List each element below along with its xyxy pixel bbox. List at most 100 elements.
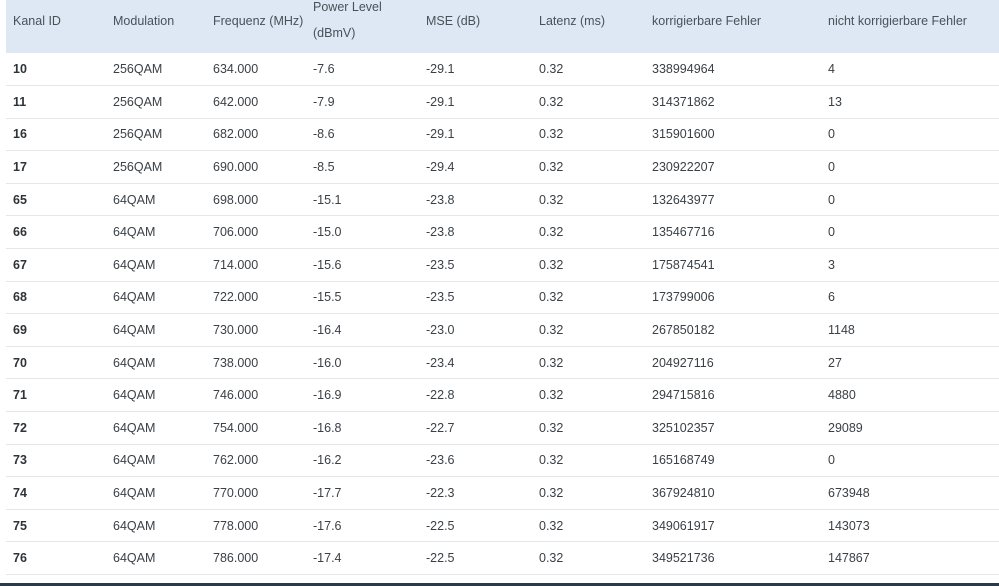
cell-korrigierbare-fehler: 315901600 (652, 127, 715, 142)
cell-modulation: 256QAM (113, 127, 163, 142)
cell-mse: -23.8 (426, 225, 455, 240)
cell-kanal-id: 73 (13, 453, 27, 468)
cell-korrigierbare-fehler: 325102357 (652, 420, 715, 435)
header-latenz: Latenz (ms) (539, 14, 605, 28)
cell-frequenz: 754.000 (213, 420, 259, 435)
cell-nicht-korrigierbare-fehler: 673948 (828, 486, 870, 501)
cell-modulation: 64QAM (113, 225, 156, 240)
cell-latenz: 0.32 (539, 257, 564, 272)
cell-korrigierbare-fehler: 314371862 (652, 94, 715, 109)
cell-nicht-korrigierbare-fehler: 147867 (828, 551, 870, 566)
cell-latenz: 0.32 (539, 453, 564, 468)
table-row: 76 64QAM 786.000 -17.4 -22.5 0.32 349521736 147… (6, 541, 999, 575)
cell-power-level: -17.7 (313, 486, 342, 501)
cell-nicht-korrigierbare-fehler: 27 (828, 355, 842, 370)
header-mse: MSE (dB) (426, 14, 481, 28)
header-nicht-korrigierbare-fehler: nicht korrigierbare Fehler (828, 14, 967, 28)
cell-korrigierbare-fehler: 173799006 (652, 290, 715, 305)
table-body: 10 256QAM 634.000 -7.6 -29.1 0.32 338994964 4 11… (6, 53, 999, 575)
cell-power-level: -15.6 (313, 257, 342, 272)
table-row: 69 64QAM 730.000 -16.4 -23.0 0.32 267850182 114… (6, 313, 999, 347)
cell-power-level: -16.8 (313, 420, 342, 435)
cell-frequenz: 770.000 (213, 486, 259, 501)
cell-frequenz: 778.000 (213, 518, 259, 533)
cell-mse: -22.7 (426, 420, 455, 435)
cell-latenz: 0.32 (539, 551, 564, 566)
table-row: 70 64QAM 738.000 -16.0 -23.4 0.32 204927116 27 (6, 346, 999, 379)
cell-korrigierbare-fehler: 349521736 (652, 551, 715, 566)
cell-korrigierbare-fehler: 204927116 (652, 355, 714, 370)
cell-power-level: -16.2 (313, 453, 342, 468)
cell-mse: -23.6 (426, 453, 455, 468)
cell-latenz: 0.32 (539, 94, 564, 109)
cell-modulation: 64QAM (113, 518, 156, 533)
cell-mse: -22.5 (426, 518, 455, 533)
header-power-level-line1: Power Level (313, 0, 382, 14)
cell-power-level: -8.5 (313, 160, 335, 175)
cell-modulation: 64QAM (113, 355, 156, 370)
cell-latenz: 0.32 (539, 420, 564, 435)
header-modulation: Modulation (113, 14, 175, 28)
cell-nicht-korrigierbare-fehler: 143073 (828, 518, 870, 533)
header-row: Kanal ID Modulation Frequenz (MHz) Power… (6, 0, 999, 53)
cell-frequenz: 634.000 (213, 62, 259, 77)
cell-nicht-korrigierbare-fehler: 0 (828, 160, 835, 175)
cell-modulation: 64QAM (113, 486, 156, 501)
cell-mse: -22.3 (426, 486, 455, 501)
cell-korrigierbare-fehler: 349061917 (652, 518, 715, 533)
table-row: 11 256QAM 642.000 -7.9 -29.1 0.32 314371862 13 (6, 85, 999, 119)
cell-power-level: -17.4 (313, 551, 342, 566)
cell-latenz: 0.32 (539, 518, 564, 533)
cell-kanal-id: 66 (13, 225, 27, 240)
cell-nicht-korrigierbare-fehler: 29089 (828, 420, 863, 435)
cell-power-level: -17.6 (313, 518, 342, 533)
cell-power-level: -15.1 (313, 192, 342, 207)
cell-power-level: -8.6 (313, 127, 335, 142)
cell-mse: -29.1 (426, 62, 455, 77)
cell-mse: -29.4 (426, 160, 455, 175)
table-row: 65 64QAM 698.000 -15.1 -23.8 0.32 132643977 0 (6, 183, 999, 216)
table-row: 73 64QAM 762.000 -16.2 -23.6 0.32 165168749 0 (6, 444, 999, 477)
cell-nicht-korrigierbare-fehler: 0 (828, 225, 835, 240)
cell-latenz: 0.32 (539, 192, 564, 207)
cell-modulation: 64QAM (113, 388, 156, 403)
cell-frequenz: 690.000 (213, 160, 259, 175)
cell-frequenz: 762.000 (213, 453, 259, 468)
cell-modulation: 64QAM (113, 257, 156, 272)
cell-kanal-id: 16 (13, 127, 27, 142)
cell-latenz: 0.32 (539, 388, 564, 403)
table-row: 17 256QAM 690.000 -8.5 -29.4 0.32 230922207 0 (6, 150, 999, 184)
cell-nicht-korrigierbare-fehler: 13 (828, 94, 842, 109)
table-row: 16 256QAM 682.000 -8.6 -29.1 0.32 315901600 0 (6, 118, 999, 151)
table-row: 10 256QAM 634.000 -7.6 -29.1 0.32 338994964 4 (6, 53, 999, 86)
cell-korrigierbare-fehler: 165168749 (652, 453, 715, 468)
cell-power-level: -7.6 (313, 62, 335, 77)
cell-nicht-korrigierbare-fehler: 0 (828, 192, 835, 207)
cell-mse: -23.5 (426, 257, 455, 272)
header-frequenz: Frequenz (MHz) (213, 14, 304, 28)
cell-nicht-korrigierbare-fehler: 4880 (828, 388, 856, 403)
header-kanal-id: Kanal ID (13, 14, 61, 28)
cell-nicht-korrigierbare-fehler: 4 (828, 62, 835, 77)
cell-power-level: -15.5 (313, 290, 342, 305)
cell-latenz: 0.32 (539, 323, 564, 338)
cell-kanal-id: 74 (13, 486, 27, 501)
cell-latenz: 0.32 (539, 290, 564, 305)
cell-korrigierbare-fehler: 230922207 (652, 160, 715, 175)
cell-frequenz: 642.000 (213, 94, 259, 109)
cell-mse: -29.1 (426, 94, 455, 109)
cell-modulation: 64QAM (113, 453, 156, 468)
cell-latenz: 0.32 (539, 127, 564, 142)
header-korrigierbare-fehler: korrigierbare Fehler (652, 14, 762, 28)
cell-frequenz: 714.000 (213, 257, 259, 272)
cell-frequenz: 698.000 (213, 192, 259, 207)
cell-nicht-korrigierbare-fehler: 3 (828, 257, 835, 272)
cell-nicht-korrigierbare-fehler: 0 (828, 453, 835, 468)
cell-frequenz: 738.000 (213, 355, 259, 370)
cell-korrigierbare-fehler: 135467716 (652, 225, 715, 240)
cell-korrigierbare-fehler: 367924810 (652, 486, 715, 501)
cell-modulation: 256QAM (113, 160, 163, 175)
cell-modulation: 64QAM (113, 551, 156, 566)
table-row: 71 64QAM 746.000 -16.9 -22.8 0.32 294715816 488… (6, 378, 999, 412)
cell-korrigierbare-fehler: 294715816 (652, 388, 715, 403)
